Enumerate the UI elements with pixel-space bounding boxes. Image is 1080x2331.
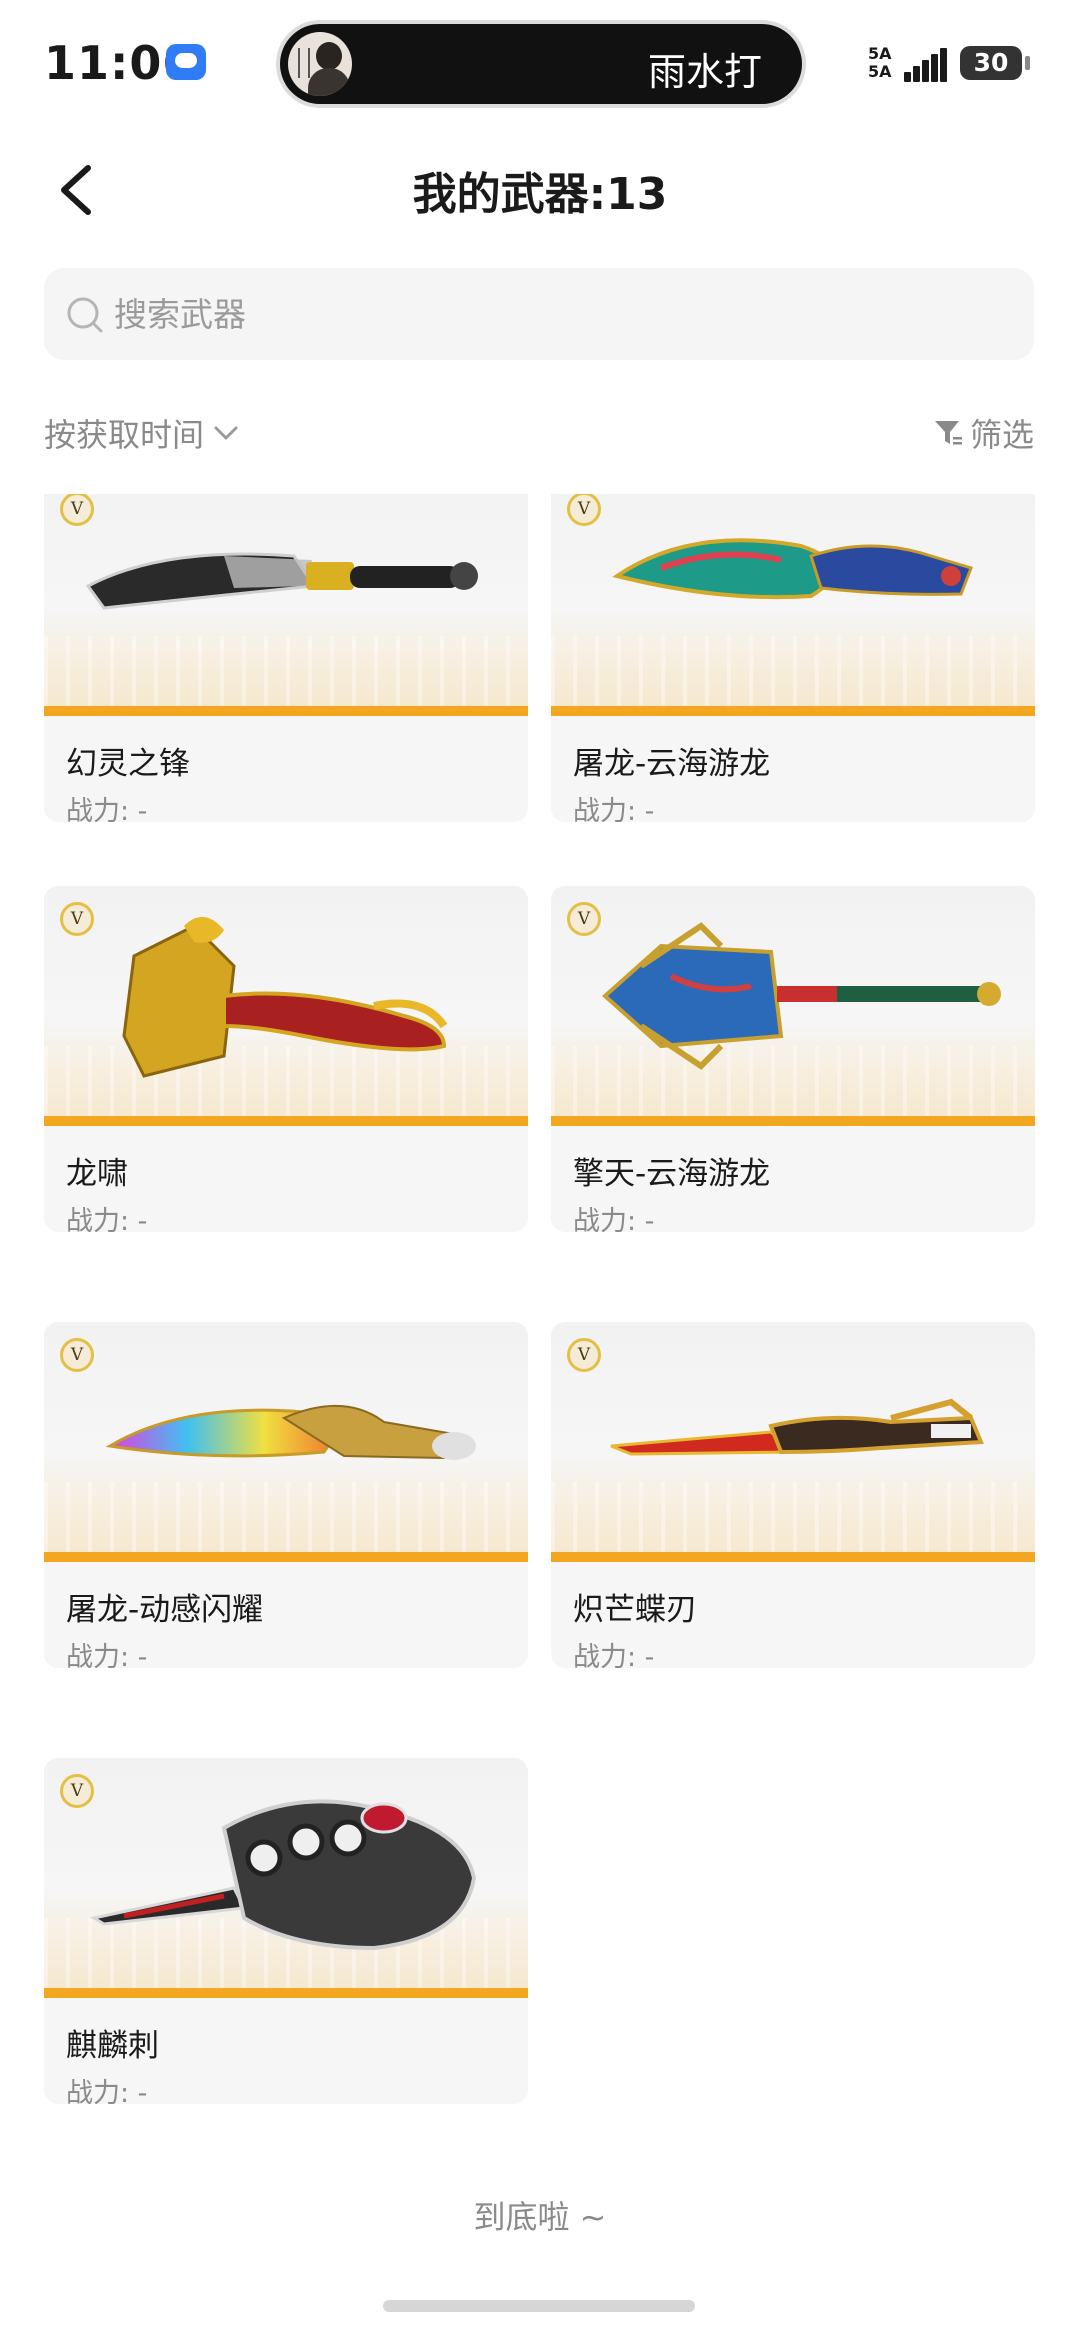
weapon-image: V bbox=[551, 886, 1035, 1126]
weapon-card[interactable]: V 龙啸 战力: - bbox=[44, 886, 528, 1232]
butterfly-knife-icon bbox=[610, 1398, 984, 1456]
weapon-image: V bbox=[551, 494, 1035, 716]
filter-icon bbox=[934, 421, 962, 445]
battery-cap bbox=[1025, 56, 1030, 70]
weapon-power: 战力: - bbox=[66, 2078, 148, 2104]
signal-icon: 5A 5A bbox=[868, 44, 948, 84]
message-icon bbox=[166, 44, 206, 80]
weapon-name: 炽芒蝶刃 bbox=[573, 1592, 697, 1628]
weapon-card[interactable]: V 擎天-云海游龙 战力: - bbox=[551, 886, 1035, 1232]
end-of-list-label: 到底啦 ~ bbox=[473, 2198, 607, 2236]
weapon-card[interactable]: V 麒麟刺 战力: - bbox=[44, 1758, 528, 2104]
status-bar: 11:06 雨水打 5A 5A 30 bbox=[0, 0, 1080, 120]
battery-icon: 30 bbox=[960, 46, 1022, 80]
weapon-name: 麒麟刺 bbox=[66, 2028, 159, 2064]
weapon-image: V bbox=[551, 1322, 1035, 1562]
live-notification-pill[interactable]: 雨水打 bbox=[280, 24, 802, 104]
weapon-power: 战力: - bbox=[66, 1206, 148, 1232]
weapon-card[interactable]: V 屠龙-云海游龙 战力: - bbox=[551, 494, 1035, 822]
weapon-grid: V 幻灵之锋 战力: - V 屠龙-云海游龙 战力: - V 龙啸 战力: - … bbox=[0, 494, 1080, 2154]
search-bar[interactable] bbox=[44, 268, 1034, 360]
weapon-power: 战力: - bbox=[66, 796, 148, 822]
search-input[interactable] bbox=[114, 268, 994, 360]
weapon-power: 战力: - bbox=[573, 1206, 655, 1232]
search-icon bbox=[67, 297, 103, 333]
knuckle-dagger-icon bbox=[89, 1799, 477, 1951]
weapon-card[interactable]: V 幻灵之锋 战力: - bbox=[44, 494, 528, 822]
avatar bbox=[288, 32, 352, 96]
weapon-name: 屠龙-云海游龙 bbox=[573, 746, 771, 782]
page-title: 我的武器:13 bbox=[412, 169, 668, 220]
shovel-icon bbox=[601, 922, 1001, 1070]
weapon-image: V bbox=[44, 494, 528, 716]
filter-button[interactable]: 筛选 bbox=[932, 408, 1034, 458]
home-indicator[interactable] bbox=[383, 2300, 695, 2312]
weapon-name: 龙啸 bbox=[66, 1156, 128, 1192]
notification-text: 雨水打 bbox=[647, 50, 762, 94]
weapon-power: 战力: - bbox=[66, 1642, 148, 1668]
weapon-image: V bbox=[44, 1322, 528, 1562]
sort-label: 按获取时间 bbox=[44, 416, 205, 454]
weapon-power: 战力: - bbox=[573, 796, 655, 822]
network-label: 5A bbox=[868, 44, 892, 63]
weapon-card[interactable]: V 炽芒蝶刃 战力: - bbox=[551, 1322, 1035, 1668]
weapon-name: 屠龙-动感闪耀 bbox=[66, 1592, 264, 1628]
sort-dropdown[interactable]: 按获取时间 bbox=[44, 408, 242, 458]
dragon-axe-icon bbox=[122, 916, 448, 1078]
machete-icon bbox=[85, 552, 478, 610]
curved-blade-icon bbox=[612, 538, 973, 600]
weapon-name: 擎天-云海游龙 bbox=[573, 1156, 771, 1192]
weapon-card[interactable]: V 屠龙-动感闪耀 战力: - bbox=[44, 1322, 528, 1668]
rainbow-blade-icon bbox=[105, 1404, 476, 1460]
weapon-image: V bbox=[44, 1758, 528, 1998]
weapon-image: V bbox=[44, 886, 528, 1126]
chevron-down-icon bbox=[214, 426, 238, 440]
weapon-power: 战力: - bbox=[573, 1642, 655, 1668]
weapon-name: 幻灵之锋 bbox=[66, 746, 190, 782]
battery-level: 30 bbox=[973, 48, 1009, 77]
network-label: 5A bbox=[868, 62, 892, 81]
filter-label: 筛选 bbox=[969, 416, 1034, 454]
